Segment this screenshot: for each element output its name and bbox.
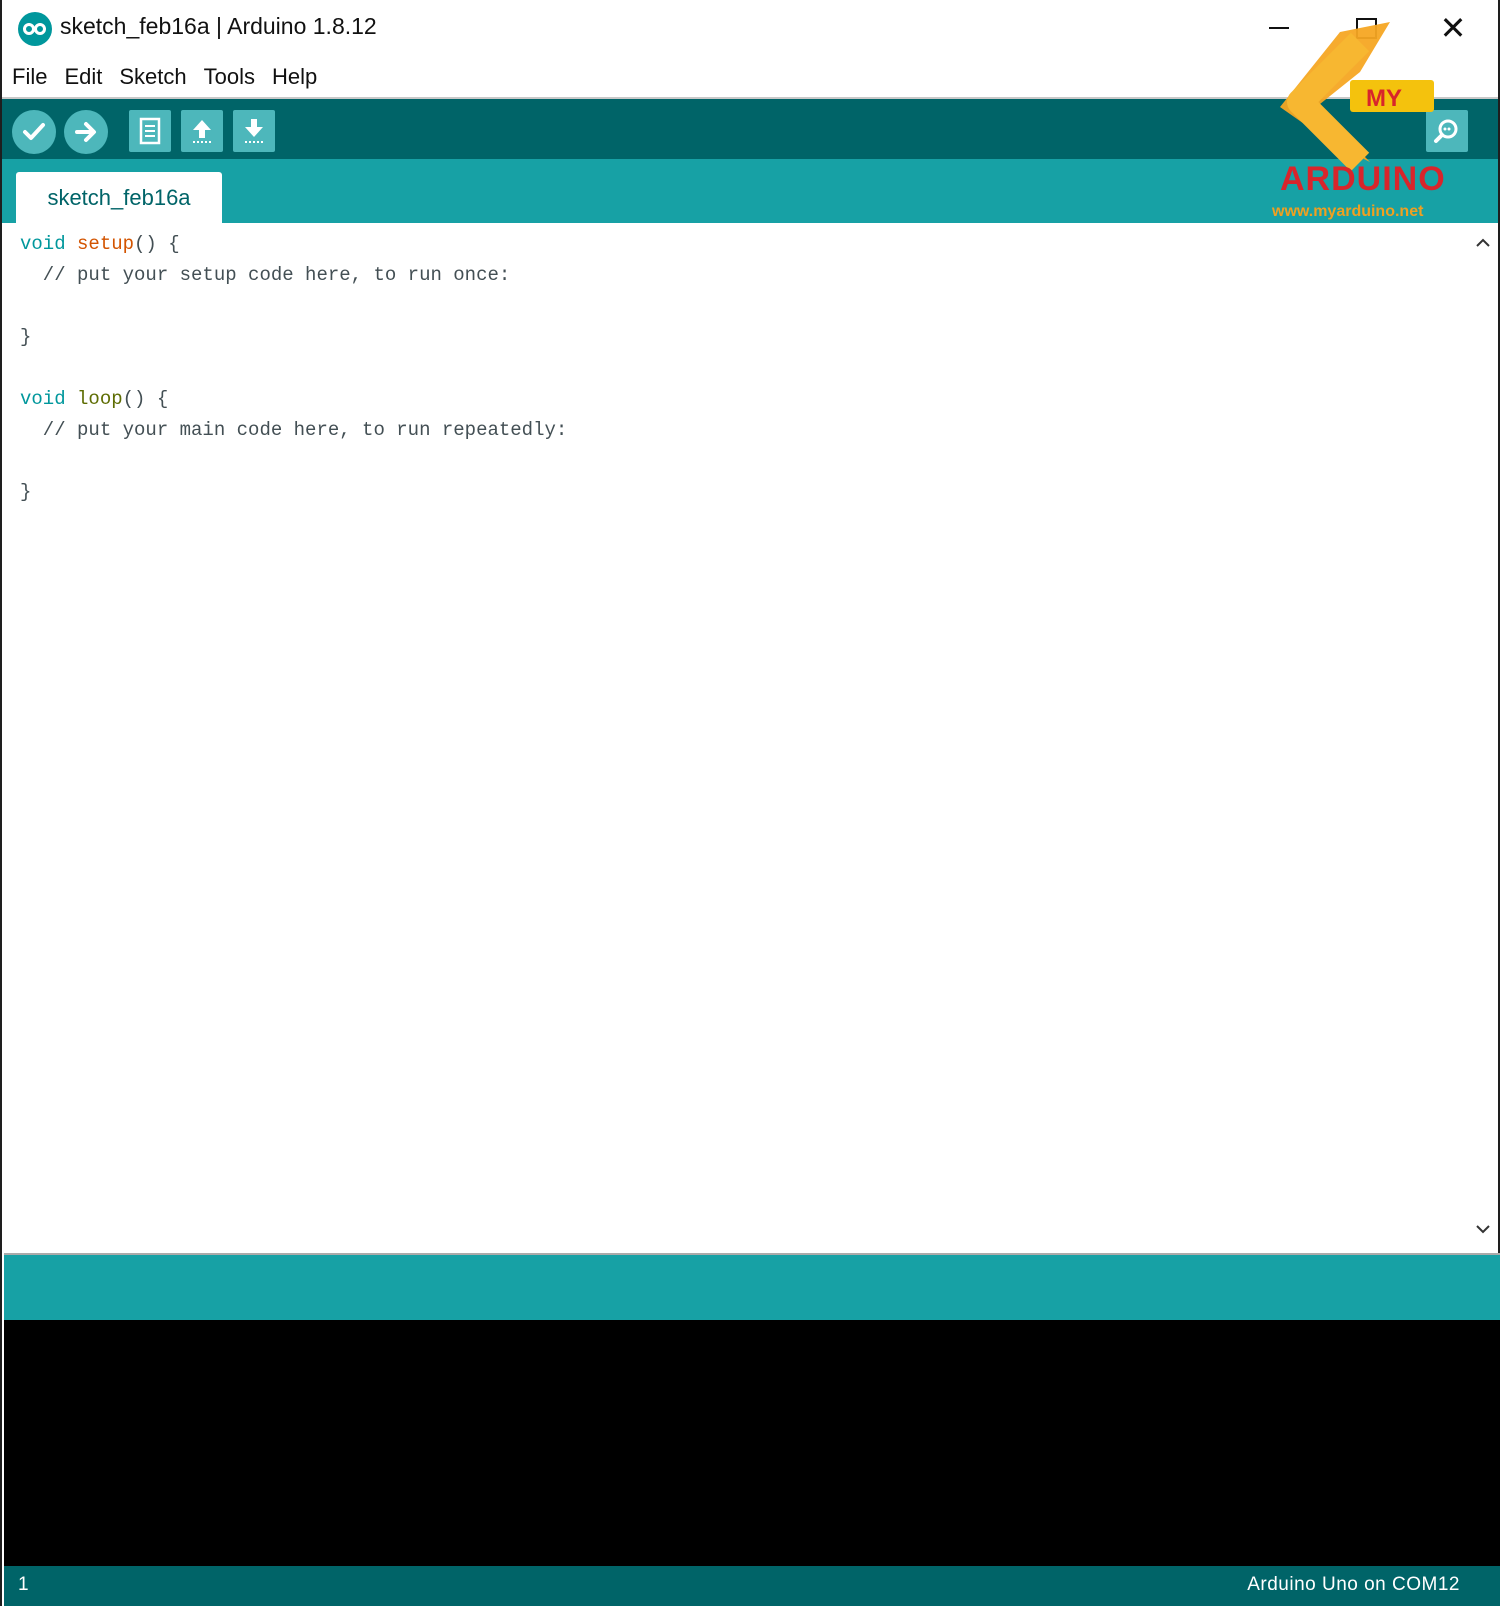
verify-icon xyxy=(23,123,45,140)
menu-file[interactable]: File xyxy=(12,58,47,96)
window-title: sketch_feb16a | Arduino 1.8.12 xyxy=(60,13,377,39)
editor-scrollbar[interactable] xyxy=(1468,223,1498,1253)
board-port-status: Arduino Uno on COM12 xyxy=(1247,1574,1460,1595)
message-area xyxy=(4,1253,1500,1320)
tab-label: sketch_feb16a xyxy=(47,184,191,210)
menu-tools[interactable]: Tools xyxy=(204,58,255,96)
logo-text: ARDUINO xyxy=(1280,160,1446,198)
upload-button[interactable] xyxy=(64,110,108,154)
code-editor[interactable]: void setup() { // put your setup code he… xyxy=(4,223,1469,1253)
new-icon xyxy=(139,117,161,145)
scroll-down-icon[interactable] xyxy=(1473,1219,1493,1239)
code-text[interactable]: void setup() { // put your setup code he… xyxy=(20,229,567,508)
menu-edit[interactable]: Edit xyxy=(64,58,102,96)
line-number: 1 xyxy=(18,1574,29,1595)
upload-icon xyxy=(75,122,96,142)
code-line[interactable] xyxy=(20,291,567,322)
logo-url: www.myarduino.net xyxy=(1272,203,1424,220)
scroll-up-icon[interactable] xyxy=(1473,233,1493,253)
open-icon xyxy=(193,120,211,143)
code-line[interactable]: // put your main code here, to run repea… xyxy=(20,415,568,446)
code-line[interactable]: void setup() { xyxy=(20,229,567,260)
code-line[interactable]: } xyxy=(20,477,567,508)
arduino-app-icon xyxy=(18,12,52,46)
save-icon xyxy=(245,119,263,143)
logo-top-text: MY xyxy=(1366,85,1402,112)
code-line[interactable]: // put your setup code here, to run once… xyxy=(20,260,567,291)
menu-help[interactable]: Help xyxy=(272,58,317,96)
menu-sketch[interactable]: Sketch xyxy=(119,58,186,96)
code-line[interactable] xyxy=(20,446,567,477)
code-line[interactable] xyxy=(20,353,567,384)
save-sketch-button[interactable] xyxy=(233,110,275,152)
tab-sketch[interactable]: sketch_feb16a xyxy=(16,172,222,223)
console-output[interactable] xyxy=(4,1320,1500,1566)
status-bar: 1 Arduino Uno on COM12 xyxy=(4,1566,1500,1606)
code-line[interactable]: void loop() { xyxy=(20,384,567,415)
arduino-ide-window: sketch_feb16a | Arduino 1.8.12 ✕ File Ed… xyxy=(0,0,1500,1606)
verify-button[interactable] xyxy=(12,110,56,154)
open-sketch-button[interactable] xyxy=(181,110,223,152)
new-sketch-button[interactable] xyxy=(129,110,171,152)
code-line[interactable]: } xyxy=(20,322,567,353)
